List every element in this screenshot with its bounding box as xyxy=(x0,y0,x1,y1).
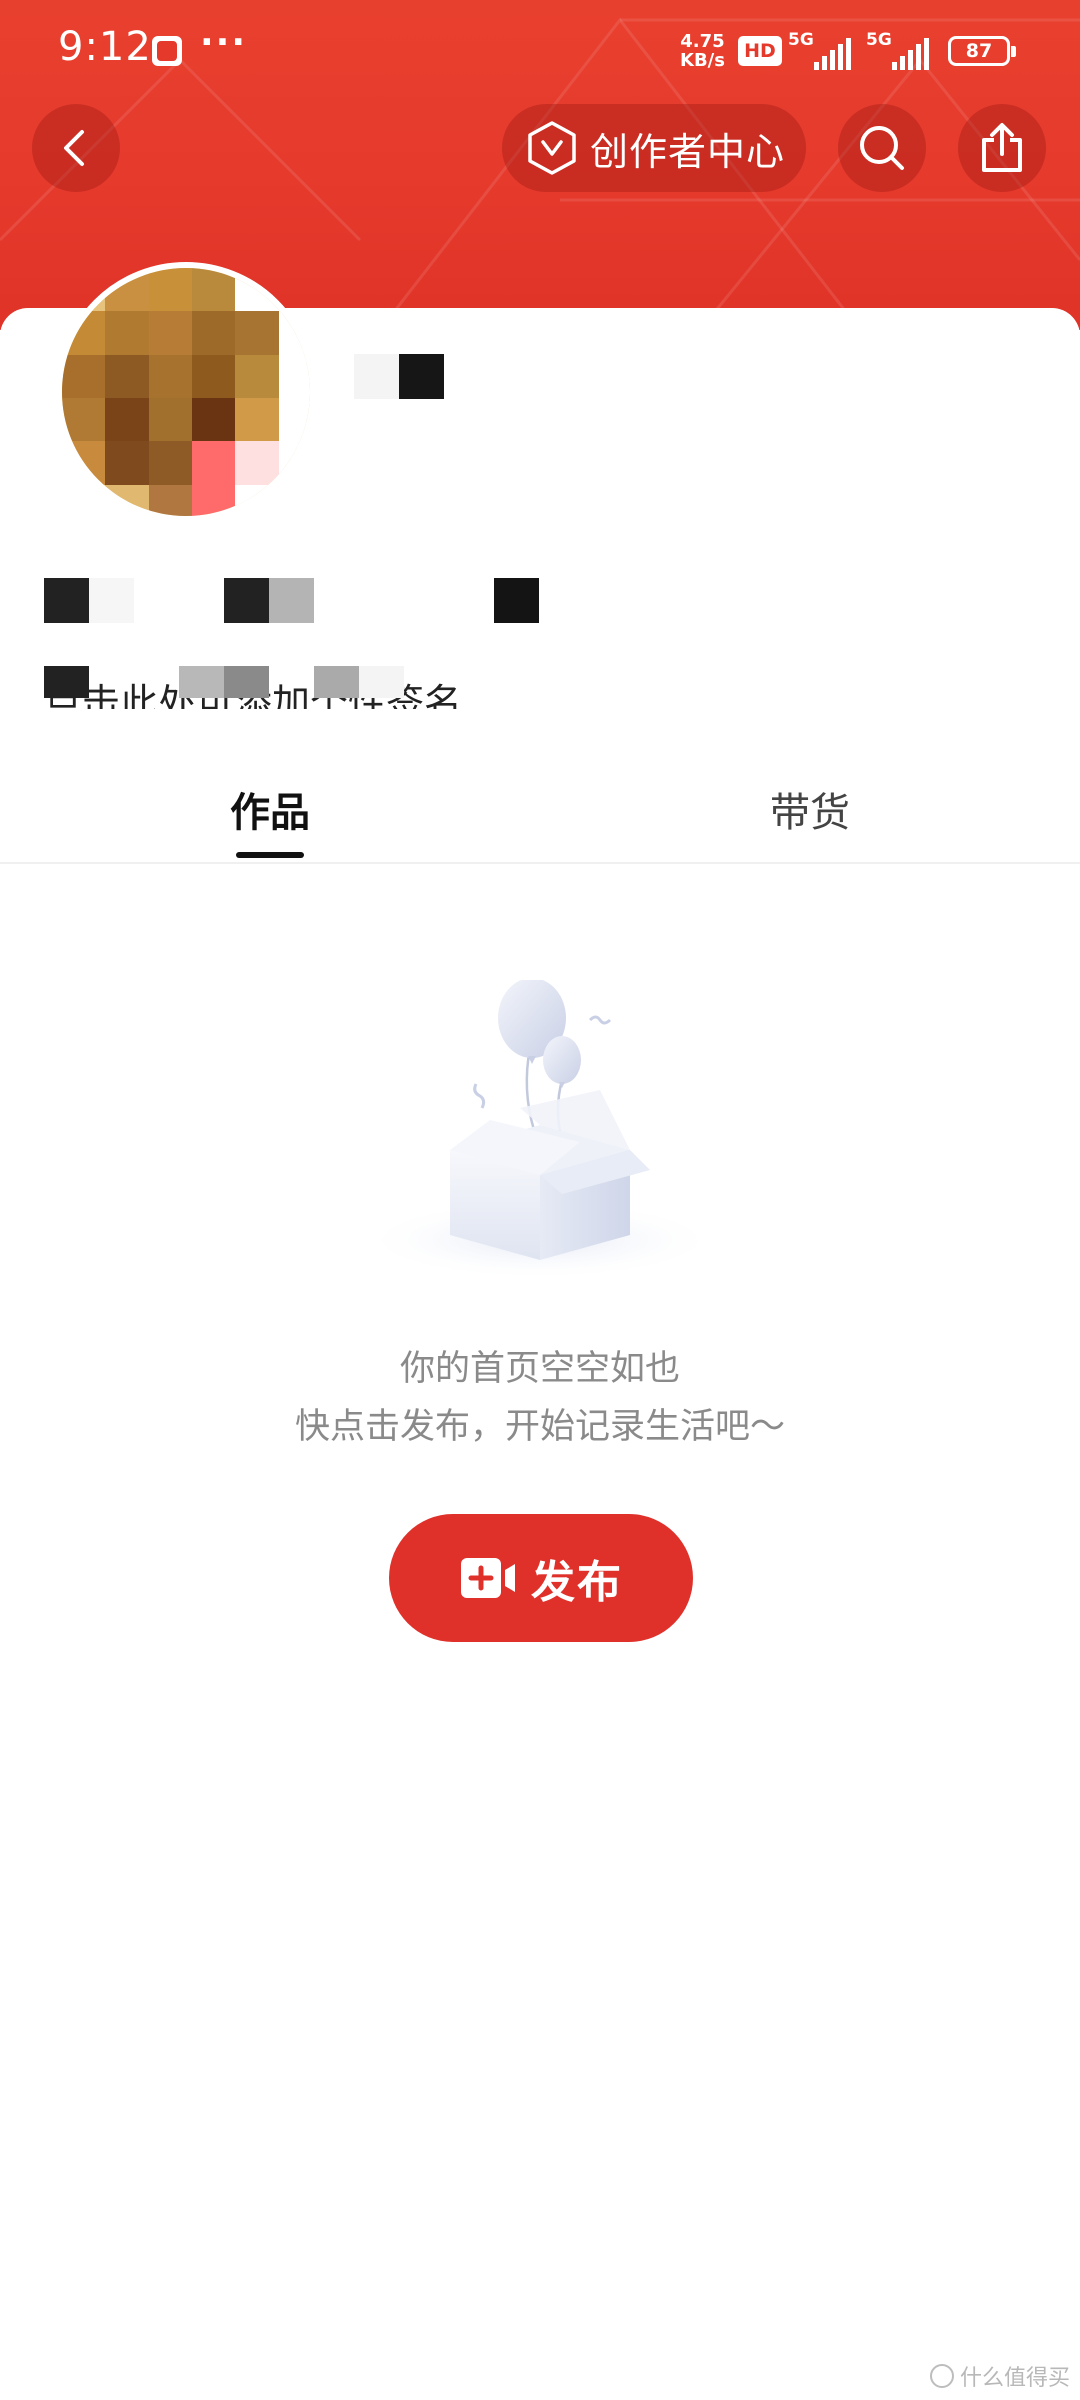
empty-state-title: 你的首页空空如也 xyxy=(399,1349,680,1389)
profile-tabs: 作品 带货 xyxy=(0,760,1080,864)
publish-button[interactable]: 发布 xyxy=(389,1514,693,1642)
battery-level: 87 xyxy=(965,40,993,62)
back-button[interactable] xyxy=(32,104,120,192)
avatar-pixelated-image xyxy=(62,268,310,516)
stats-redacted xyxy=(44,578,539,623)
hd-badge: HD xyxy=(738,36,782,66)
app-notification-icon xyxy=(152,36,182,66)
sim1-network-label: 5G xyxy=(788,30,814,50)
creator-center-label: 创作者中心 xyxy=(590,129,786,174)
hexagon-v-icon xyxy=(528,121,576,175)
avatar[interactable] xyxy=(56,262,316,522)
sim2-network-label: 5G xyxy=(866,30,892,50)
more-notifications-icon: ··· xyxy=(200,22,248,63)
watermark: 什么值得买 xyxy=(929,2360,1070,2392)
publish-label: 发布 xyxy=(531,1557,623,1608)
gift-box-balloons-icon xyxy=(360,980,720,1280)
empty-state-subtitle: 快点击发布，开始记录生活吧～ xyxy=(294,1407,785,1447)
network-speed-value: 4.75 xyxy=(680,31,725,52)
signal-sim2-icon: 5G xyxy=(866,30,936,70)
status-time: 9:12 xyxy=(58,24,152,70)
chevron-left-icon xyxy=(64,130,84,166)
search-button[interactable] xyxy=(838,104,926,192)
search-icon xyxy=(860,126,904,170)
video-plus-icon xyxy=(461,1558,515,1598)
tab-works[interactable]: 作品 xyxy=(230,780,310,838)
share-icon xyxy=(982,123,1022,172)
signal-sim1-icon: 5G xyxy=(788,30,858,70)
creator-center-button[interactable]: 创作者中心 xyxy=(502,104,806,192)
share-button[interactable] xyxy=(958,104,1046,192)
status-bar: 9:12 ··· 4.75 KB/s HD 5G 5G 87 xyxy=(0,0,1080,100)
bio-redacted xyxy=(44,666,404,698)
battery-icon: 87 xyxy=(948,36,1016,66)
tab-active-indicator xyxy=(236,852,304,858)
tab-goods[interactable]: 带货 xyxy=(770,780,850,838)
watermark-logo-icon xyxy=(929,2364,954,2388)
network-speed-unit: KB/s xyxy=(680,50,725,71)
watermark-text: 什么值得买 xyxy=(959,2366,1070,2391)
network-speed: 4.75 KB/s xyxy=(680,32,725,70)
username-redacted xyxy=(354,354,444,399)
